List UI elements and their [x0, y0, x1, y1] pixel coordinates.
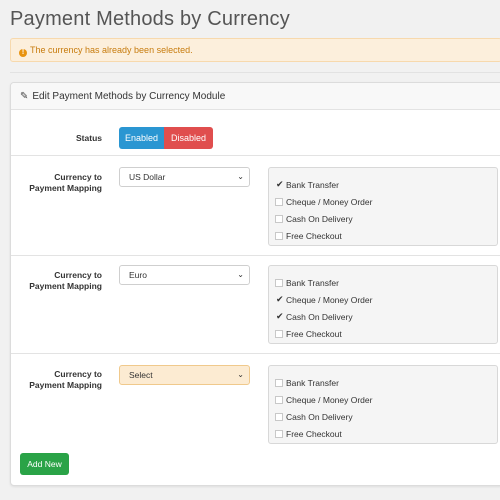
- chevron-down-icon: ⌄: [237, 270, 244, 279]
- checkbox[interactable]: [275, 430, 283, 438]
- method-option[interactable]: Free Checkout: [275, 231, 342, 242]
- enabled-button[interactable]: Enabled: [119, 127, 164, 149]
- checkbox[interactable]: [275, 179, 284, 190]
- checkbox[interactable]: [275, 215, 283, 223]
- status-label: Status: [76, 133, 102, 143]
- method-option[interactable]: Bank Transfer: [275, 378, 339, 389]
- currency-select[interactable]: US Dollar ⌄: [119, 167, 250, 187]
- exclamation-circle-icon: !: [19, 49, 27, 57]
- checkbox[interactable]: [275, 279, 283, 287]
- checkbox[interactable]: [275, 379, 283, 387]
- payment-methods-box: Bank Transfer Cheque / Money Order Cash …: [268, 167, 498, 246]
- chevron-down-icon: ⌄: [237, 370, 244, 379]
- panel-heading-title: Edit Payment Methods by Currency Module: [32, 91, 226, 102]
- checkbox[interactable]: [275, 413, 283, 421]
- method-option[interactable]: Cheque / Money Order: [275, 197, 372, 208]
- method-option[interactable]: Cheque / Money Order: [275, 395, 372, 406]
- checkbox[interactable]: [275, 232, 283, 240]
- warning-alert: ! The currency has already been selected.: [10, 38, 500, 62]
- alert-message: The currency has already been selected.: [30, 45, 193, 55]
- method-option[interactable]: Free Checkout: [275, 329, 342, 340]
- divider: [10, 72, 500, 73]
- checkbox[interactable]: [275, 396, 283, 404]
- checkbox[interactable]: [275, 311, 284, 322]
- add-new-button[interactable]: Add New: [20, 453, 69, 475]
- row-separator: [11, 255, 500, 256]
- method-option[interactable]: Free Checkout: [275, 429, 342, 440]
- method-option[interactable]: Bank Transfer: [275, 179, 339, 191]
- method-option[interactable]: Cash On Delivery: [275, 214, 353, 225]
- method-option[interactable]: Cheque / Money Order: [275, 294, 372, 306]
- row-separator: [11, 155, 500, 156]
- mapping-label: Currency to Payment Mapping: [29, 369, 102, 390]
- method-option[interactable]: Cash On Delivery: [275, 311, 353, 323]
- page-title: Payment Methods by Currency: [10, 8, 290, 30]
- mapping-label: Currency to Payment Mapping: [29, 172, 102, 193]
- checkbox[interactable]: [275, 294, 284, 305]
- checkbox[interactable]: [275, 330, 283, 338]
- chevron-down-icon: ⌄: [237, 172, 244, 181]
- pencil-icon: ✎: [20, 91, 29, 102]
- method-option[interactable]: Cash On Delivery: [275, 412, 353, 423]
- payment-methods-box: Bank Transfer Cheque / Money Order Cash …: [268, 265, 498, 344]
- checkbox[interactable]: [275, 198, 283, 206]
- panel-heading: ✎ Edit Payment Methods by Currency Module: [11, 83, 500, 110]
- method-option[interactable]: Bank Transfer: [275, 278, 339, 289]
- payment-methods-box: Bank Transfer Cheque / Money Order Cash …: [268, 365, 498, 444]
- currency-select[interactable]: Euro ⌄: [119, 265, 250, 285]
- mapping-label: Currency to Payment Mapping: [29, 270, 102, 291]
- currency-select[interactable]: Select ⌄: [119, 365, 250, 385]
- disabled-button[interactable]: Disabled: [164, 127, 213, 149]
- row-separator: [11, 353, 500, 354]
- edit-panel: ✎ Edit Payment Methods by Currency Module…: [10, 82, 500, 486]
